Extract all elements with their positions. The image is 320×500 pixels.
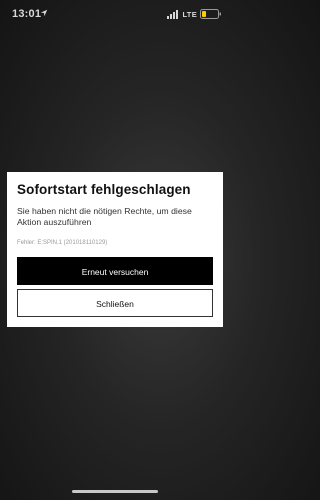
error-dialog: Sofortstart fehlgeschlagen Sie haben nic… xyxy=(7,172,223,327)
network-type-label: LTE xyxy=(182,9,197,19)
status-bar: 13:01 LTE xyxy=(0,0,230,28)
dialog-title: Sofortstart fehlgeschlagen xyxy=(17,182,191,197)
dialog-message: Sie haben nicht die nötigen Rechte, um d… xyxy=(17,206,192,227)
close-button[interactable]: Schließen xyxy=(17,289,213,317)
home-indicator[interactable] xyxy=(72,490,158,493)
status-time: 13:01 xyxy=(12,8,42,20)
battery-icon xyxy=(200,9,221,19)
retry-button[interactable]: Erneut versuchen xyxy=(17,257,213,285)
error-code-text: Fehler: E:SPIN.1 (201018110129) xyxy=(17,240,108,246)
location-arrow-icon xyxy=(40,9,48,17)
cellular-signal-icon xyxy=(167,9,179,19)
status-indicators: LTE xyxy=(167,8,222,20)
